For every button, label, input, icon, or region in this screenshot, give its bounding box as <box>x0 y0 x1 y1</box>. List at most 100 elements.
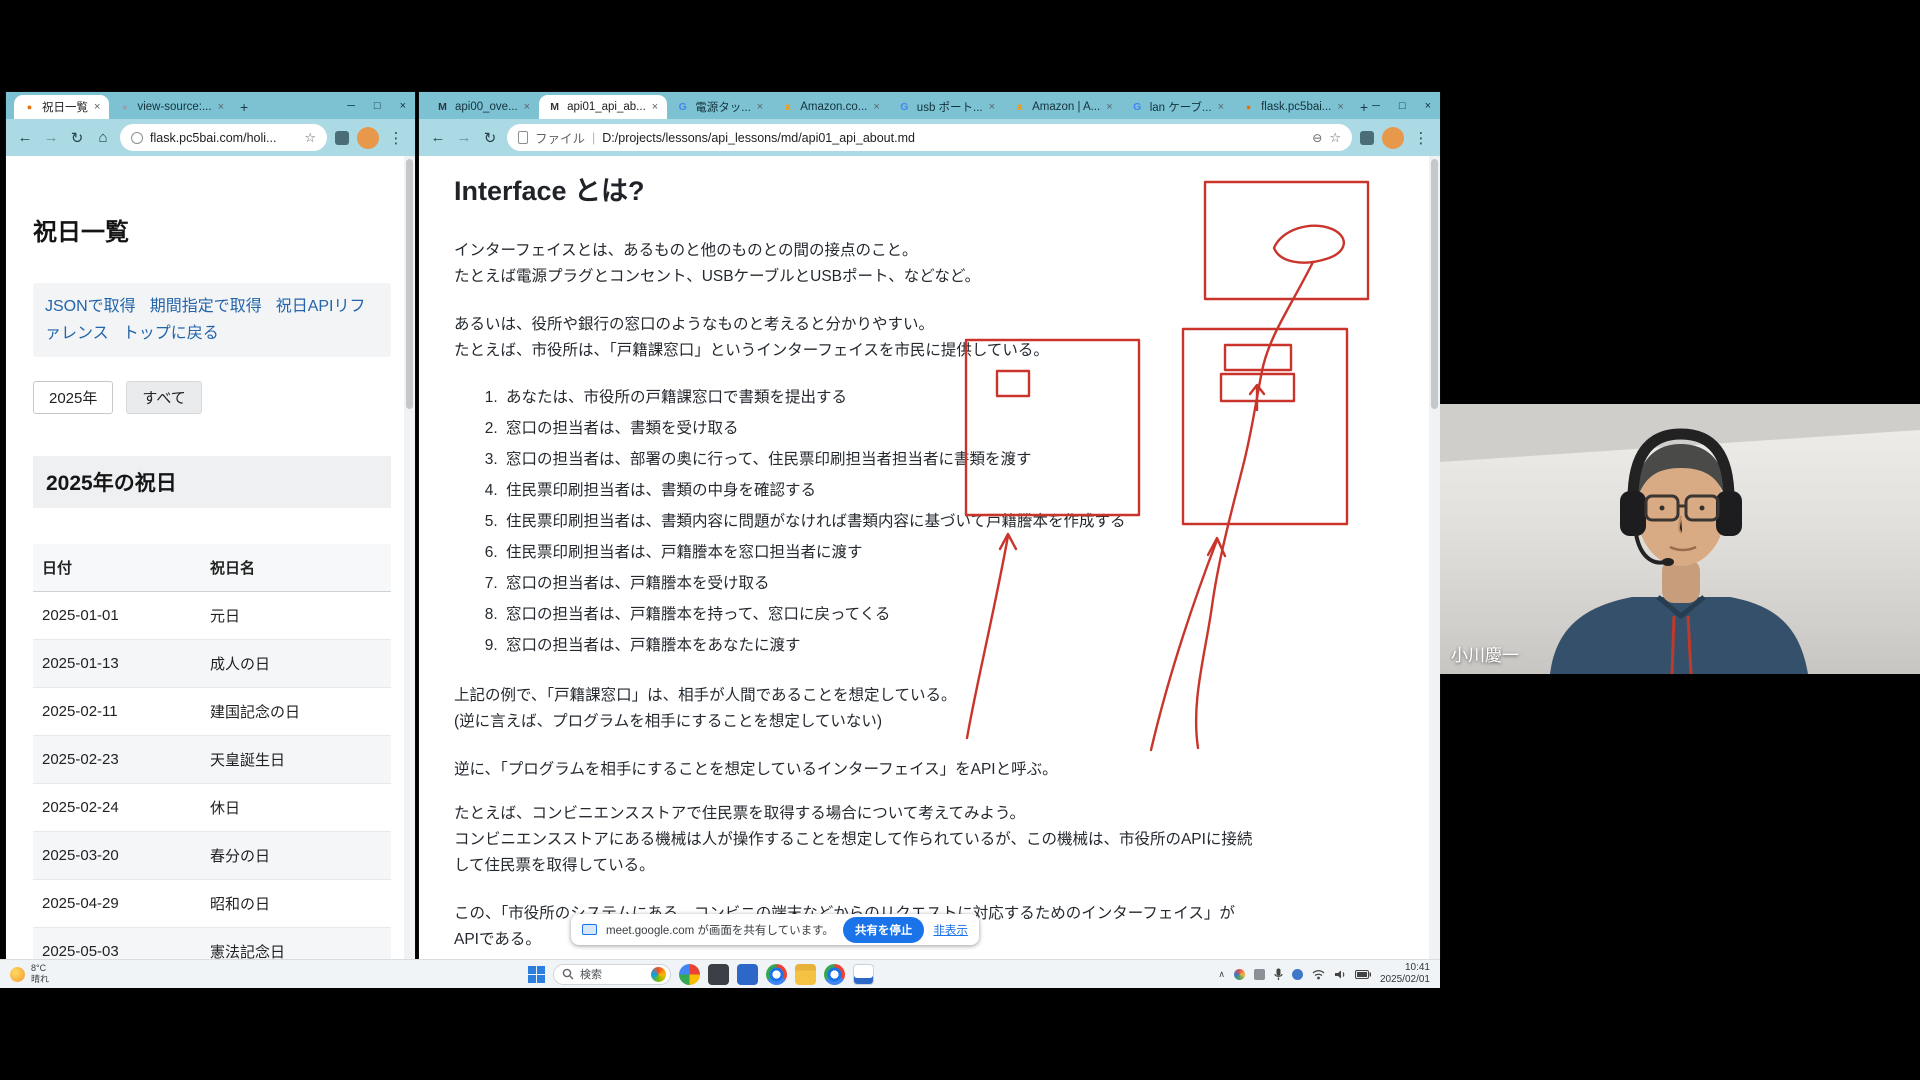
tab-amazon-2[interactable]: a Amazon | A... × <box>1004 95 1122 119</box>
address-bar[interactable]: ファイル | D:/projects/lessons/api_lessons/m… <box>507 124 1352 151</box>
volume-icon[interactable] <box>1334 969 1346 980</box>
browser-menu-icon[interactable]: ⋮ <box>387 129 405 147</box>
tab-close-icon[interactable]: × <box>989 101 995 113</box>
new-tab-button[interactable]: + <box>1360 99 1368 115</box>
taskbar-app-icon-7[interactable] <box>853 964 874 985</box>
forward-button[interactable]: → <box>42 129 60 146</box>
scrollbar[interactable] <box>1429 156 1440 959</box>
stop-sharing-button[interactable]: 共有を停止 <box>843 917 925 943</box>
taskbar-app-icon-3[interactable] <box>737 964 758 985</box>
browser-menu-icon[interactable]: ⋮ <box>1412 129 1430 147</box>
tab-view-source[interactable]: ● view-source:... × <box>109 95 233 119</box>
tab-power-tap[interactable]: G 電源タッ... × <box>667 95 772 119</box>
paragraph: 逆に、「プログラムを相手にすることを想定しているインターフェイス」をAPIと呼ぶ… <box>454 757 1410 783</box>
tab-holiday-list[interactable]: ● 祝日一覧 × <box>14 95 109 119</box>
taskbar-app-icon-4[interactable] <box>766 964 787 985</box>
taskbar-clock[interactable]: 10:41 2025/02/01 <box>1380 962 1430 987</box>
doc-line: たとえば、市役所は、「戸籍課窓口」というインターフェイスを市民に提供している。 <box>454 338 1410 364</box>
profile-avatar[interactable] <box>1382 127 1404 149</box>
tab-lan-cable[interactable]: G lan ケーブ... × <box>1122 95 1233 119</box>
tab-favicon: G <box>898 101 911 114</box>
tray-app-icon-2[interactable] <box>1254 969 1265 980</box>
forward-button[interactable]: → <box>455 129 473 146</box>
tab-close-icon[interactable]: × <box>1218 101 1224 113</box>
profile-avatar[interactable] <box>357 127 379 149</box>
tab-title: 電源タッ... <box>695 99 751 115</box>
back-button[interactable]: ← <box>429 129 447 146</box>
scrollbar-thumb[interactable] <box>1431 159 1438 409</box>
address-bar[interactable]: flask.pc5bai.com/holi... ☆ <box>120 124 327 151</box>
doc-line: して住民票を取得している。 <box>454 853 1410 879</box>
table-row: 2025-01-13成人の日 <box>33 640 391 688</box>
doc-line: 逆に、「プログラムを相手にすることを想定しているインターフェイス」をAPIと呼ぶ… <box>454 757 1410 783</box>
home-button[interactable]: ⌂ <box>94 129 112 146</box>
tab-close-icon[interactable]: × <box>652 101 658 113</box>
tray-app-icon-1[interactable] <box>1234 969 1245 980</box>
tab-close-icon[interactable]: × <box>1106 101 1112 113</box>
tab-api00[interactable]: M api00_ove... × <box>427 95 539 119</box>
tab-close-icon[interactable]: × <box>873 101 879 113</box>
reload-button[interactable]: ↻ <box>481 129 499 147</box>
tab-usb-port[interactable]: G usb ポート... × <box>889 95 1004 119</box>
tab-amazon-1[interactable]: a Amazon.co... × <box>772 95 889 119</box>
cell-name: 憲法記念日 <box>201 928 391 960</box>
tab-close-icon[interactable]: × <box>94 101 100 113</box>
extensions-icon[interactable] <box>1360 131 1374 145</box>
taskbar-search[interactable]: 検索 <box>553 964 671 985</box>
screen-share-icon <box>582 924 597 935</box>
cell-date: 2025-02-23 <box>33 736 201 784</box>
minimize-button[interactable]: ─ <box>1372 100 1380 112</box>
wifi-icon[interactable] <box>1312 969 1325 980</box>
start-button[interactable] <box>528 966 545 983</box>
bookmark-star-icon[interactable]: ☆ <box>1329 130 1341 146</box>
minimize-button[interactable]: ─ <box>347 100 355 112</box>
filter-buttons: 2025年 すべて <box>33 381 391 414</box>
tab-flask[interactable]: ● flask.pc5bai... × <box>1233 95 1353 119</box>
weather-widget[interactable]: 8°C 晴れ <box>0 960 59 988</box>
tab-close-icon[interactable]: × <box>1337 101 1343 113</box>
bookmark-star-icon[interactable]: ☆ <box>304 130 316 146</box>
link-get-json[interactable]: JSONで取得 <box>45 298 136 315</box>
battery-icon[interactable] <box>1355 970 1371 979</box>
weather-temp: 8°C <box>31 963 49 974</box>
webcam-video-tile: 小川慶一 <box>1440 404 1920 674</box>
taskbar-app-icon-5[interactable] <box>795 964 816 985</box>
cell-name: 天皇誕生日 <box>201 736 391 784</box>
maximize-button[interactable]: □ <box>1399 100 1406 112</box>
extensions-icon[interactable] <box>335 131 349 145</box>
all-filter-button[interactable]: すべて <box>126 381 201 414</box>
tab-close-icon[interactable]: × <box>524 101 530 113</box>
taskbar-app-icon-1[interactable] <box>679 964 700 985</box>
window-controls: ─ □ × <box>347 92 406 119</box>
tray-chevron-icon[interactable]: ∧ <box>1218 969 1225 980</box>
tab-title: api00_ove... <box>455 101 518 113</box>
hide-banner-link[interactable]: 非表示 <box>933 922 968 938</box>
maximize-button[interactable]: □ <box>374 100 381 112</box>
close-button[interactable]: × <box>1425 100 1431 112</box>
url-separator: | <box>592 131 595 145</box>
reload-button[interactable]: ↻ <box>68 129 86 147</box>
new-tab-button[interactable]: + <box>240 99 248 115</box>
link-back-to-top[interactable]: トップに戻る <box>123 325 219 342</box>
zoom-icon[interactable]: ⊖ <box>1312 131 1322 145</box>
back-button[interactable]: ← <box>16 129 34 146</box>
close-button[interactable]: × <box>400 100 406 112</box>
url-scheme: ファイル <box>535 128 585 147</box>
tab-title: Amazon.co... <box>800 101 867 113</box>
link-get-range[interactable]: 期間指定で取得 <box>150 298 262 315</box>
doc-line: たとえば、コンビニエンスストアで住民票を取得する場合について考えてみよう。 <box>454 801 1410 827</box>
taskbar-app-icon-6[interactable] <box>824 964 845 985</box>
scrollbar-thumb[interactable] <box>406 159 413 409</box>
year-filter-button[interactable]: 2025年 <box>33 381 113 414</box>
right-toolbar: ← → ↻ ファイル | D:/projects/lessons/api_les… <box>419 119 1440 156</box>
tab-close-icon[interactable]: × <box>757 101 763 113</box>
scrollbar[interactable] <box>404 156 415 959</box>
tab-close-icon[interactable]: × <box>218 101 224 113</box>
site-info-icon[interactable] <box>131 132 143 144</box>
tab-api01[interactable]: M api01_api_ab... × <box>539 95 667 119</box>
table-row: 2025-01-01元日 <box>33 592 391 640</box>
microphone-icon[interactable] <box>1274 968 1283 981</box>
taskbar-app-icon-2[interactable] <box>708 964 729 985</box>
tray-app-icon-3[interactable] <box>1292 969 1303 980</box>
paragraph: 上記の例で、「戸籍課窓口」は、相手が人間であることを想定している。 (逆に言えば… <box>454 683 1410 735</box>
